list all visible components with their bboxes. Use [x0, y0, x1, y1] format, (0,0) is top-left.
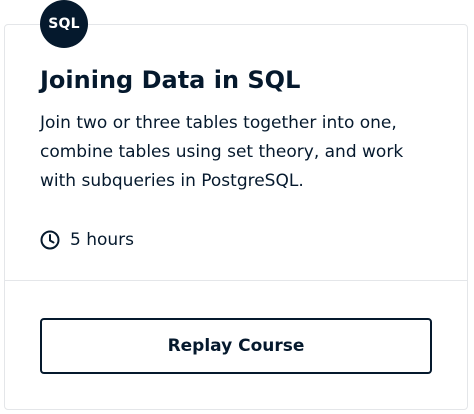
replay-course-button[interactable]: Replay Course: [40, 318, 432, 374]
technology-badge: SQL: [40, 0, 88, 48]
technology-badge-label: SQL: [48, 16, 80, 32]
course-title: Joining Data in SQL: [40, 66, 301, 94]
clock-icon: [40, 230, 60, 250]
duration-label: 5 hours: [70, 230, 135, 250]
course-duration: 5 hours: [40, 228, 134, 252]
course-description: Join two or three tables together into o…: [40, 113, 404, 191]
card-divider: [4, 280, 468, 281]
replay-course-label: Replay Course: [167, 336, 305, 356]
